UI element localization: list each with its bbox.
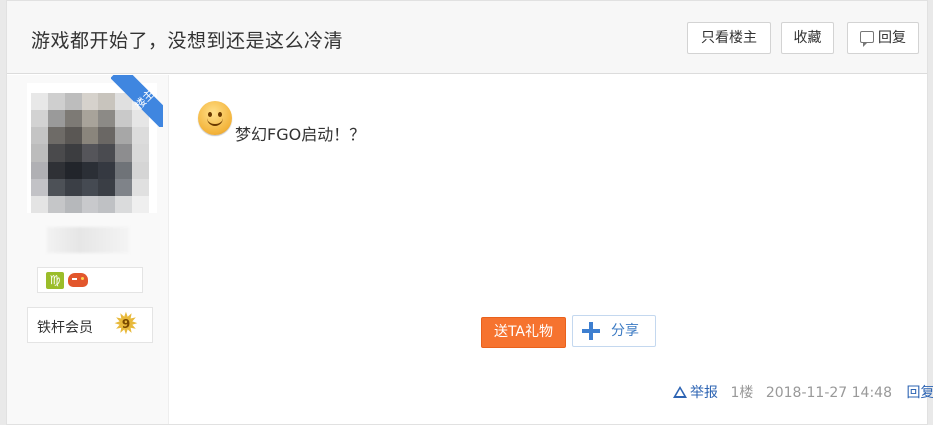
- plus-icon: [581, 320, 601, 342]
- post-footer: 举报 1楼 2018-11-27 14:48 回复: [673, 382, 933, 402]
- report-link[interactable]: 举报: [673, 385, 718, 401]
- op-ribbon-label: 楼主: [132, 87, 158, 113]
- favorite-button[interactable]: 收藏: [781, 22, 834, 54]
- report-label: 举报: [690, 385, 718, 401]
- smiley-face-icon: [198, 101, 232, 135]
- game-controller-icon[interactable]: [68, 273, 88, 287]
- post-timestamp: 2018-11-27 14:48: [765, 385, 892, 401]
- author-only-button[interactable]: 只看楼主: [687, 22, 771, 54]
- level-number: 9: [121, 317, 131, 331]
- warning-icon: [673, 386, 687, 398]
- comment-icon: [860, 31, 874, 47]
- reply-button[interactable]: 回复: [847, 22, 919, 54]
- thread-header: 游戏都开始了，没想到还是这么冷清 只看楼主 收藏 回复: [7, 1, 927, 74]
- post-container: 游戏都开始了，没想到还是这么冷清 只看楼主 收藏 回复 楼主 ♍ 铁杆会员 ✹ …: [6, 0, 933, 425]
- virgo-icon[interactable]: ♍: [46, 272, 64, 289]
- level-name: 铁杆会员: [37, 320, 93, 336]
- post-content: 梦幻FGO启动！？ 送TA礼物 分享 举报 1楼 2018-11-27 14:4…: [170, 75, 933, 424]
- send-gift-button[interactable]: 送TA礼物: [481, 317, 566, 348]
- op-ribbon: 楼主: [111, 75, 163, 127]
- membership-level[interactable]: 铁杆会员 ✹ 9: [27, 307, 153, 343]
- username-blurred[interactable]: [47, 227, 129, 253]
- author-sidebar: 楼主 ♍ 铁杆会员 ✹ 9: [7, 75, 169, 424]
- post-reply-link[interactable]: 回复: [906, 385, 933, 401]
- share-button-label: 分享: [611, 323, 639, 339]
- floor-number: 1楼: [730, 385, 754, 401]
- thread-title: 游戏都开始了，没想到还是这么冷清: [31, 30, 344, 52]
- reply-button-label: 回复: [878, 30, 906, 46]
- post-text: 梦幻FGO启动！？: [235, 125, 366, 144]
- badge-bar: ♍: [37, 267, 143, 293]
- share-button[interactable]: 分享: [572, 315, 656, 347]
